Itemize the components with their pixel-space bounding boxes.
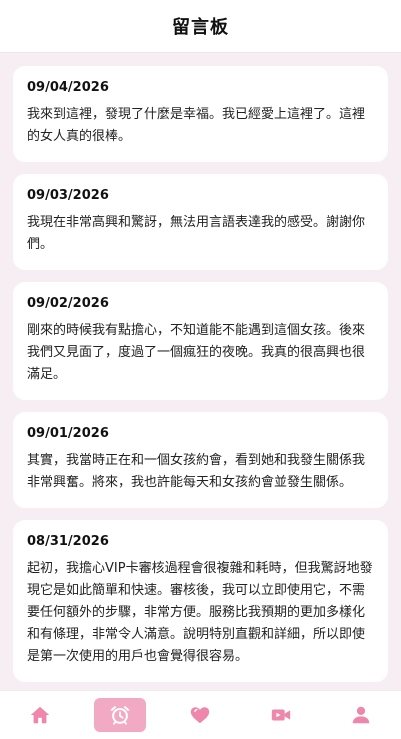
- video-camera-icon: [271, 709, 290, 721]
- message-card: 09/04/2026 我來到這裡，發現了什麼是幸福。我已經愛上這裡了。這裡的女人…: [13, 66, 388, 162]
- message-card: 08/31/2026 起初，我擔心VIP卡審核過程會很複雜和耗時，但我驚訝地發現…: [13, 520, 388, 682]
- message-date: 08/31/2026: [27, 534, 109, 549]
- bottom-tab-bar: [0, 690, 401, 739]
- tab-favorites[interactable]: [174, 698, 226, 732]
- header-bar: 留言板: [0, 0, 401, 53]
- message-date: 09/03/2026: [27, 188, 109, 203]
- message-text: 其實，我當時正在和一個女孩約會，看到她和我發生關係我非常興奮。將來，我也許能每天…: [27, 453, 366, 490]
- message-card: 09/03/2026 我現在非常高興和驚訝，無法用言語表達我的感受。謝謝你們。: [13, 174, 388, 270]
- page-title: 留言板: [172, 17, 229, 38]
- message-text: 我現在非常高興和驚訝，無法用言語表達我的感受。謝謝你們。: [27, 215, 366, 252]
- message-text: 起初，我擔心VIP卡審核過程會很複雜和耗時，但我驚訝地發現它是如此簡單和快速。審…: [27, 561, 373, 664]
- tab-alarm[interactable]: [94, 698, 147, 732]
- message-card: 09/02/2026 剛來的時候我有點擔心，不知道能不能遇到這個女孩。後來我們又…: [13, 282, 388, 400]
- message-list-scroll[interactable]: 09/04/2026 我來到這裡，發現了什麼是幸福。我已經愛上這裡了。這裡的女人…: [0, 53, 401, 691]
- user-icon: [352, 706, 370, 724]
- message-date: 09/01/2026: [27, 426, 109, 441]
- message-list: 09/04/2026 我來到這裡，發現了什麼是幸福。我已經愛上這裡了。這裡的女人…: [0, 53, 401, 682]
- tab-video[interactable]: [255, 698, 307, 732]
- tab-profile[interactable]: [335, 698, 387, 732]
- message-text: 我來到這裡，發現了什麼是幸福。我已經愛上這裡了。這裡的女人真的很棒。: [27, 107, 366, 144]
- message-date: 09/04/2026: [27, 80, 109, 95]
- message-date: 09/02/2026: [27, 296, 109, 311]
- message-card: 09/01/2026 其實，我當時正在和一個女孩約會，看到她和我發生關係我非常興…: [13, 412, 388, 508]
- home-icon: [30, 706, 50, 724]
- alarm-clock-icon: [111, 706, 130, 725]
- heart-icon: [191, 707, 210, 724]
- message-text: 剛來的時候我有點擔心，不知道能不能遇到這個女孩。後來我們又見面了，度過了一個瘋狂…: [27, 323, 366, 382]
- tab-home[interactable]: [14, 698, 66, 732]
